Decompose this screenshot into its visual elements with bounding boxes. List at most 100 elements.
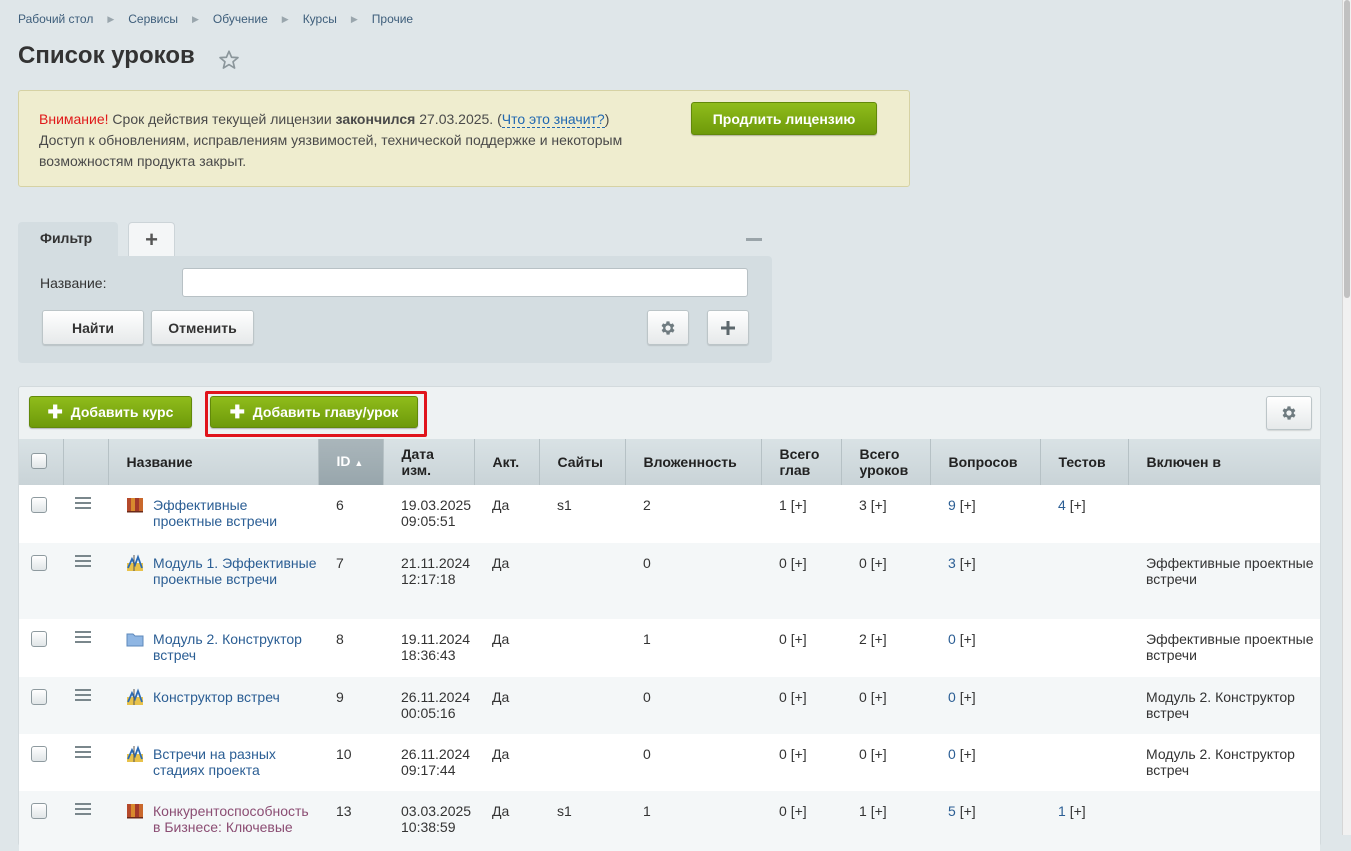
select-all-checkbox[interactable]	[31, 452, 47, 469]
hamburger-menu-icon[interactable]	[75, 803, 91, 818]
questions-count[interactable]: 5	[948, 803, 956, 819]
included-cell	[1128, 791, 1320, 851]
scrollbar-thumb[interactable]	[1344, 0, 1350, 298]
column-header-tests[interactable]: Тестов	[1040, 439, 1129, 485]
item-name-link[interactable]: Конкурентоспособность в Бизнесе: Ключевы…	[153, 803, 318, 835]
name-filter-input[interactable]	[182, 268, 748, 297]
hamburger-menu-icon[interactable]	[75, 631, 91, 646]
questions-add-link[interactable]: [+]	[960, 803, 976, 819]
column-header-date[interactable]: Дата изм.	[383, 439, 475, 485]
chapters-add-link[interactable]: [+]	[791, 746, 807, 762]
chapters-add-link[interactable]: [+]	[791, 497, 807, 513]
questions-add-link[interactable]: [+]	[960, 689, 976, 705]
lessons-add-link[interactable]: [+]	[871, 803, 887, 819]
what-does-it-mean-link[interactable]: Что это значит?	[501, 111, 605, 128]
add-lesson-label: Добавить главу/урок	[252, 404, 399, 420]
hamburger-menu-icon[interactable]	[75, 497, 91, 512]
row-checkbox[interactable]	[31, 746, 47, 762]
questions-cell: 3 [+]	[930, 543, 1040, 619]
id-cell: 7	[336, 555, 344, 571]
table-row[interactable]: Конструктор встреч 9 26.11.2024 00:05:16 Да 0…	[19, 677, 1320, 734]
table-row[interactable]: Конкурентоспособность в Бизнесе: Ключевы…	[19, 791, 1320, 851]
questions-cell: 9 [+]	[930, 485, 1040, 543]
item-name-link[interactable]: Эффективные проектные встречи	[153, 497, 318, 529]
active-cell: Да	[492, 631, 510, 647]
tests-add-link[interactable]: [+]	[1070, 497, 1086, 513]
hamburger-menu-icon[interactable]	[75, 746, 91, 761]
collapse-icon[interactable]	[746, 238, 762, 241]
item-name-link[interactable]: Встречи на разных стадиях проекта	[153, 746, 318, 778]
column-header-nesting[interactable]: Вложенность	[625, 439, 762, 485]
row-checkbox[interactable]	[31, 555, 47, 571]
column-header-sites[interactable]: Сайты	[539, 439, 626, 485]
lessons-add-link[interactable]: [+]	[871, 497, 887, 513]
list-settings-button[interactable]	[1266, 396, 1312, 430]
column-header-active[interactable]: Акт.	[474, 439, 540, 485]
questions-count[interactable]: 3	[948, 555, 956, 571]
item-name-link[interactable]: Модуль 1. Эффективные проектные встречи	[153, 555, 318, 587]
name-cell: Конструктор встреч	[108, 677, 318, 734]
tests-count[interactable]: 1	[1058, 803, 1066, 819]
questions-count[interactable]: 0	[948, 689, 956, 705]
questions-add-link[interactable]: [+]	[960, 631, 976, 647]
column-header-chapters[interactable]: Всего глав	[761, 439, 842, 485]
item-name-link[interactable]: Конструктор встреч	[153, 689, 280, 706]
column-header-id[interactable]: ID ▲	[318, 439, 384, 485]
breadcrumb-desktop[interactable]: Рабочий стол	[18, 12, 93, 26]
lessons-add-link[interactable]: [+]	[871, 631, 887, 647]
lessons-add-link[interactable]: [+]	[871, 555, 887, 571]
hamburger-menu-icon[interactable]	[75, 555, 91, 570]
chapters-add-link[interactable]: [+]	[791, 689, 807, 705]
breadcrumb-services[interactable]: Сервисы	[128, 12, 178, 26]
table-row[interactable]: Модуль 1. Эффективные проектные встречи 7…	[19, 543, 1320, 619]
breadcrumb-courses[interactable]: Курсы	[303, 12, 337, 26]
time-value: 12:17:18	[401, 571, 456, 587]
filter-settings-button[interactable]	[647, 310, 689, 345]
add-chapter-lesson-button[interactable]: ✚ Добавить главу/урок	[210, 396, 418, 428]
add-course-button[interactable]: ✚ Добавить курс	[29, 396, 192, 428]
chapters-add-link[interactable]: [+]	[791, 555, 807, 571]
lessons-add-link[interactable]: [+]	[871, 746, 887, 762]
row-checkbox[interactable]	[31, 689, 47, 705]
hamburger-menu-icon[interactable]	[75, 689, 91, 704]
questions-add-link[interactable]: [+]	[960, 555, 976, 571]
find-button[interactable]: Найти	[42, 310, 144, 345]
questions-count[interactable]: 0	[948, 746, 956, 762]
site-cell: s1	[557, 497, 572, 513]
tests-count[interactable]: 4	[1058, 497, 1066, 513]
time-value: 18:36:43	[401, 647, 456, 663]
chapters-add-link[interactable]: [+]	[791, 631, 807, 647]
add-filter-field-button[interactable]	[707, 310, 749, 345]
cancel-button[interactable]: Отменить	[151, 310, 254, 345]
column-header-questions[interactable]: Вопросов	[930, 439, 1041, 485]
notice-details: Доступ к обновлениям, исправлениям уязви…	[39, 132, 623, 169]
breadcrumb-other[interactable]: Прочие	[372, 12, 413, 26]
add-filter-tab[interactable]: +	[128, 222, 175, 256]
questions-count[interactable]: 0	[948, 631, 956, 647]
column-header-name[interactable]: Название	[108, 439, 319, 485]
column-header-lessons[interactable]: Всего уроков	[841, 439, 931, 485]
star-icon[interactable]	[218, 49, 240, 71]
breadcrumb-learning[interactable]: Обучение	[213, 12, 268, 26]
questions-add-link[interactable]: [+]	[960, 746, 976, 762]
column-header-included[interactable]: Включен в	[1128, 439, 1320, 485]
row-checkbox[interactable]	[31, 497, 47, 513]
vertical-scrollbar[interactable]	[1342, 0, 1351, 835]
table-row[interactable]: Встречи на разных стадиях проекта 10 26.11…	[19, 734, 1320, 791]
row-checkbox[interactable]	[31, 803, 47, 819]
table-row[interactable]: Модуль 2. Конструктор встреч 8 19.11.2024 1…	[19, 619, 1320, 677]
tests-add-link[interactable]: [+]	[1070, 803, 1086, 819]
table-row[interactable]: Эффективные проектные встречи 6 19.03.2025…	[19, 485, 1320, 543]
questions-count[interactable]: 9	[948, 497, 956, 513]
row-actions-cell	[63, 677, 108, 734]
breadcrumb-separator-icon: ▶	[281, 13, 289, 24]
lessons-add-link[interactable]: [+]	[871, 689, 887, 705]
questions-add-link[interactable]: [+]	[960, 497, 976, 513]
item-name-link[interactable]: Модуль 2. Конструктор встреч	[153, 631, 318, 663]
chapters-add-link[interactable]: [+]	[791, 803, 807, 819]
filter-tab[interactable]: Фильтр	[18, 222, 118, 258]
lessons-header-line2: уроков	[859, 462, 909, 478]
renew-license-button[interactable]: Продлить лицензию	[691, 102, 877, 135]
row-checkbox[interactable]	[31, 631, 47, 647]
id-cell: 9	[336, 689, 344, 705]
